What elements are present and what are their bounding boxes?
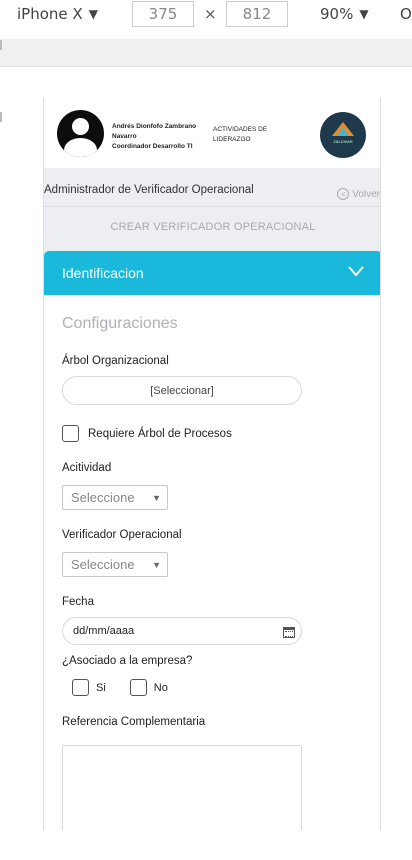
back-label: Volver xyxy=(352,188,380,200)
logo-mountain-icon xyxy=(332,122,354,136)
page-title: CREAR VERIFICADOR OPERACIONAL xyxy=(110,221,316,233)
user-role: Coordinador Desarrollo TI xyxy=(112,143,193,150)
verificador-select-value: Seleccione xyxy=(71,557,135,572)
zoom-selector[interactable]: 90% ▼ xyxy=(320,5,369,23)
zoom-value: 90% xyxy=(320,5,354,23)
card-header-title: Identificacion xyxy=(62,265,144,281)
avatar[interactable] xyxy=(57,110,104,157)
height-input[interactable]: 812 xyxy=(226,1,288,27)
identification-card: Identificacion Configuraciones Árbol Org… xyxy=(44,251,380,830)
devtools-toolbar: iPhone X ▼ 375 × 812 90% ▼ O xyxy=(0,0,412,30)
ruler-tick xyxy=(0,40,2,50)
verificador-select[interactable]: Seleccione ▼ xyxy=(62,552,168,577)
activity-line2: LIDERAZGO xyxy=(213,136,251,143)
arbol-select-button[interactable]: [Seleccionar] xyxy=(62,376,302,405)
actividad-select-value: Seleccione xyxy=(71,490,135,505)
actividad-label: Acitividad xyxy=(62,462,112,474)
back-arrow-icon: < xyxy=(337,188,350,200)
avatar-shoulders xyxy=(64,138,97,157)
fecha-label: Fecha xyxy=(62,596,94,608)
si-label: Si xyxy=(96,681,106,694)
fecha-placeholder: dd/mm/aaaa xyxy=(73,625,135,637)
requiere-arbol-label: Requiere Árbol de Procesos xyxy=(88,427,232,440)
requiere-arbol-checkbox[interactable] xyxy=(62,425,79,442)
ruler-strip xyxy=(0,39,412,67)
breadcrumb: Administrador de Verificador Operacional xyxy=(44,184,254,196)
no-checkbox[interactable] xyxy=(129,679,147,696)
user-name-line2: Navarro xyxy=(112,133,137,140)
referencia-label: Referencia Complementaria xyxy=(62,716,206,728)
times-icon: × xyxy=(204,5,217,23)
requiere-arbol-row: Requiere Árbol de Procesos xyxy=(62,425,232,442)
chevron-down-icon: ▼ xyxy=(88,7,98,21)
phone-viewport: Andrés Dionfofo Zambrano Navarro Coordin… xyxy=(43,98,381,830)
company-logo[interactable]: ZALDIVAR xyxy=(320,112,366,158)
back-button[interactable]: < Volver xyxy=(337,188,380,200)
chevron-down-icon xyxy=(348,266,364,277)
devtools-more[interactable]: O xyxy=(400,5,412,23)
asociado-label: ¿Asociado a la empresa? xyxy=(62,655,193,667)
ruler-tick xyxy=(0,112,2,122)
chevron-down-icon: ▼ xyxy=(359,7,369,21)
fecha-input[interactable]: dd/mm/aaaa xyxy=(62,617,302,645)
device-name: iPhone X xyxy=(17,5,83,23)
referencia-textarea[interactable] xyxy=(62,745,302,830)
asociado-si-option[interactable]: Si xyxy=(72,679,106,696)
chevron-down-icon: ▼ xyxy=(152,493,161,503)
divider xyxy=(44,206,380,207)
app-header: Andrés Dionfofo Zambrano Navarro Coordin… xyxy=(44,98,380,168)
logo-text: ZALDIVAR xyxy=(333,139,353,144)
avatar-head xyxy=(72,118,89,135)
no-label: No xyxy=(153,681,168,694)
calendar-icon[interactable] xyxy=(283,627,295,638)
asociado-options: Si No xyxy=(72,679,168,696)
actividad-select[interactable]: Seleccione ▼ xyxy=(62,485,168,510)
verificador-label: Verificador Operacional xyxy=(62,529,182,541)
width-input[interactable]: 375 xyxy=(132,1,194,27)
section-subtitle: Configuraciones xyxy=(62,315,178,332)
card-header[interactable]: Identificacion xyxy=(44,251,380,295)
si-checkbox[interactable] xyxy=(72,679,89,696)
activity-label: ACTIVIDADES DE LIDERAZGO xyxy=(213,125,293,145)
activity-line1: ACTIVIDADES DE xyxy=(213,126,268,133)
chevron-down-icon: ▼ xyxy=(152,560,161,570)
user-name-line1: Andrés Dionfofo Zambrano xyxy=(112,123,197,130)
device-selector[interactable]: iPhone X ▼ xyxy=(17,5,98,23)
user-info: Andrés Dionfofo Zambrano Navarro Coordin… xyxy=(112,122,196,152)
arbol-label: Árbol Organizacional xyxy=(62,355,169,367)
asociado-no-option[interactable]: No xyxy=(129,679,168,696)
